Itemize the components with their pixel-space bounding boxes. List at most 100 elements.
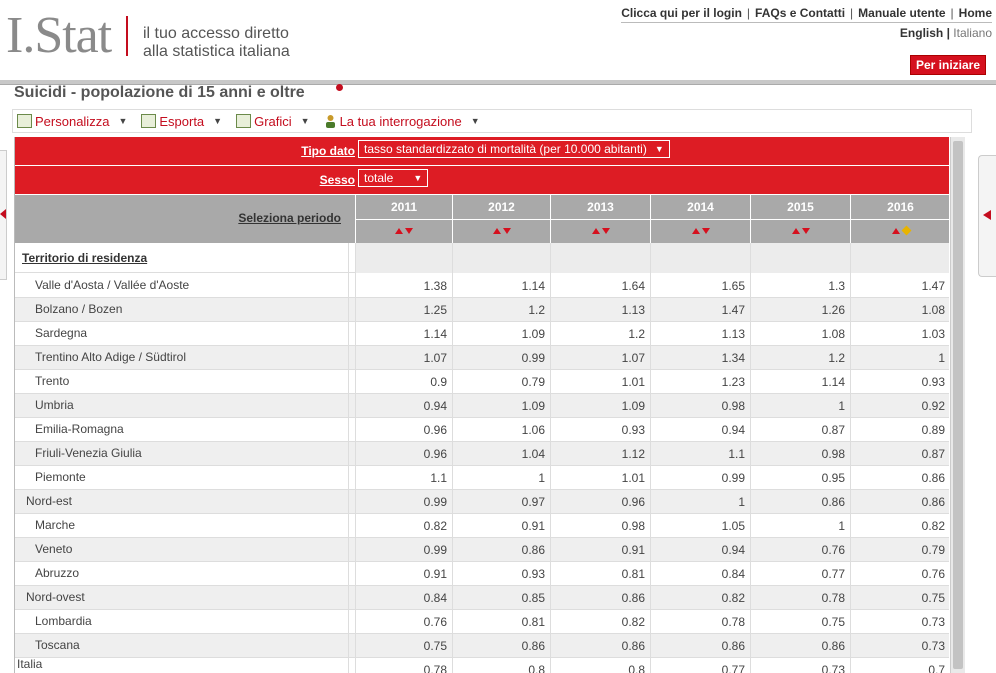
cell-value: 0.86 [521,639,545,653]
expand-left-icon[interactable] [0,209,6,219]
table-row: Trento 0.9 0.79 1.01 1.23 1.14 0.93 [15,370,949,394]
year-header[interactable]: 2012 [452,195,550,219]
column-divider [452,243,453,673]
cell-value: 1.47 [721,303,745,317]
chevron-down-icon: ▼ [413,173,423,183]
column-divider [550,243,551,673]
sesso-label[interactable]: Sesso [320,173,355,187]
sort-descending-icon[interactable] [801,228,810,234]
cell-value: 0.86 [821,495,845,509]
cell-value: 0.73 [921,639,945,653]
cell-value: 0.92 [921,399,945,413]
row-label: Sardegna [35,326,88,340]
table-row: Abruzzo 0.91 0.93 0.81 0.84 0.77 0.76 [15,562,949,586]
lang-separator: | [946,26,950,40]
row-label: Piemonte [35,470,86,484]
faq-link[interactable]: FAQs e Contatti [755,6,845,20]
cell-value: 1.08 [921,303,945,317]
sesso-select[interactable]: totale ▼ [358,169,429,187]
year-header[interactable]: 2014 [650,195,750,219]
interrogazione-menu[interactable]: La tua interrogazione ▼ [324,114,480,129]
territory-label[interactable]: Territorio di residenza [22,251,147,265]
sort-descending-icon[interactable] [405,228,413,234]
cell-value: 0.86 [521,543,545,557]
tipo-dato-label[interactable]: Tipo dato [301,144,355,158]
page-title: Suicidi - popolazione di 15 anni e oltre [14,84,305,101]
cell-value: 0.8 [528,663,545,673]
sort-ascending-icon[interactable] [892,228,900,234]
cell-value: 1.03 [921,327,945,341]
cell-value: 0.9 [430,375,447,389]
sort-ascending-icon[interactable] [492,228,501,234]
cell-value: 0.93 [621,423,645,437]
lang-english[interactable]: English [900,26,943,40]
scrollbar-thumb[interactable] [953,141,963,669]
year-header[interactable]: 2015 [750,195,850,219]
sort-ascending-icon[interactable] [691,228,700,234]
cell-value: 1.09 [521,399,545,413]
sort-descending-icon[interactable] [502,228,511,234]
istat-logo[interactable]: I.Stat [6,8,112,64]
sort-descending-icon[interactable] [701,228,710,234]
cell-value: 1.14 [521,279,545,293]
language-switcher: English | Italiano [621,26,992,40]
cell-value: 0.96 [423,447,447,461]
interrogazione-label: La tua interrogazione [339,113,462,129]
grafici-menu[interactable]: Grafici ▼ [236,114,310,129]
column-divider [850,243,851,673]
sort-ascending-icon[interactable] [791,228,800,234]
year-header[interactable]: 2011 [355,195,452,219]
cell-value: 1.13 [621,303,645,317]
cell-value: 1.3 [828,279,845,293]
cell-value: 0.75 [821,615,845,629]
cell-value: 0.96 [621,495,645,509]
cell-value: 1.26 [821,303,845,317]
year-header[interactable]: 2016 [850,195,949,219]
lang-italian[interactable]: Italiano [953,26,992,40]
period-select-link[interactable]: Seleziona periodo [238,211,341,225]
sort-descending-icon[interactable] [601,228,610,234]
tipo-dato-select[interactable]: tasso standardizzato di mortalità (per 1… [358,140,670,158]
manual-link[interactable]: Manuale utente [858,6,945,20]
cell-value: 0.81 [521,615,545,629]
row-label: Lombardia [35,614,92,628]
link-separator: | [850,6,854,20]
cell-value: 0.86 [921,495,945,509]
cell-value: 0.82 [423,519,447,533]
tagline: il tuo accesso diretto alla statistica i… [143,25,290,61]
table-row: Umbria 0.94 1.09 1.09 0.98 1 0.92 [15,394,949,418]
column-divider [355,243,356,673]
cell-value: 1.12 [621,447,645,461]
login-link[interactable]: Clicca qui per il login [621,6,742,20]
year-header[interactable]: 2013 [550,195,650,219]
vertical-scrollbar[interactable] [950,137,965,673]
cell-value: 0.84 [721,567,745,581]
expand-right-icon[interactable] [983,210,991,220]
sort-ascending-icon[interactable] [395,228,403,234]
cell-value: 1.04 [521,447,545,461]
row-label: Nord-est [26,494,73,508]
row-label: Bolzano / Bozen [35,302,123,316]
sorted-indicator-icon[interactable] [901,225,912,236]
chevron-down-icon: ▼ [470,116,480,126]
cell-value: 1.1 [430,471,447,485]
data-table: Tipo dato tasso standardizzato di mortal… [14,137,949,673]
cell-value: 0.94 [423,399,447,413]
info-icon[interactable] [336,84,343,91]
personalizza-menu[interactable]: Personalizza ▼ [17,114,127,129]
sort-ascending-icon[interactable] [591,228,600,234]
cell-value: 1.14 [423,327,447,341]
cell-value: 0.97 [521,495,545,509]
period-label-cell: Seleziona periodo [15,195,354,243]
cell-value: 1 [838,399,845,413]
cell-value: 0.73 [821,663,845,673]
cell-value: 1.25 [423,303,447,317]
esporta-menu[interactable]: Esporta ▼ [141,114,222,129]
cell-value: 1 [938,351,945,365]
cell-value: 0.77 [721,663,745,673]
cell-value: 1.05 [721,519,745,533]
home-link[interactable]: Home [959,6,992,20]
cell-value: 0.93 [521,567,545,581]
cell-value: 0.98 [621,519,645,533]
start-button[interactable]: Per iniziare [909,55,986,75]
